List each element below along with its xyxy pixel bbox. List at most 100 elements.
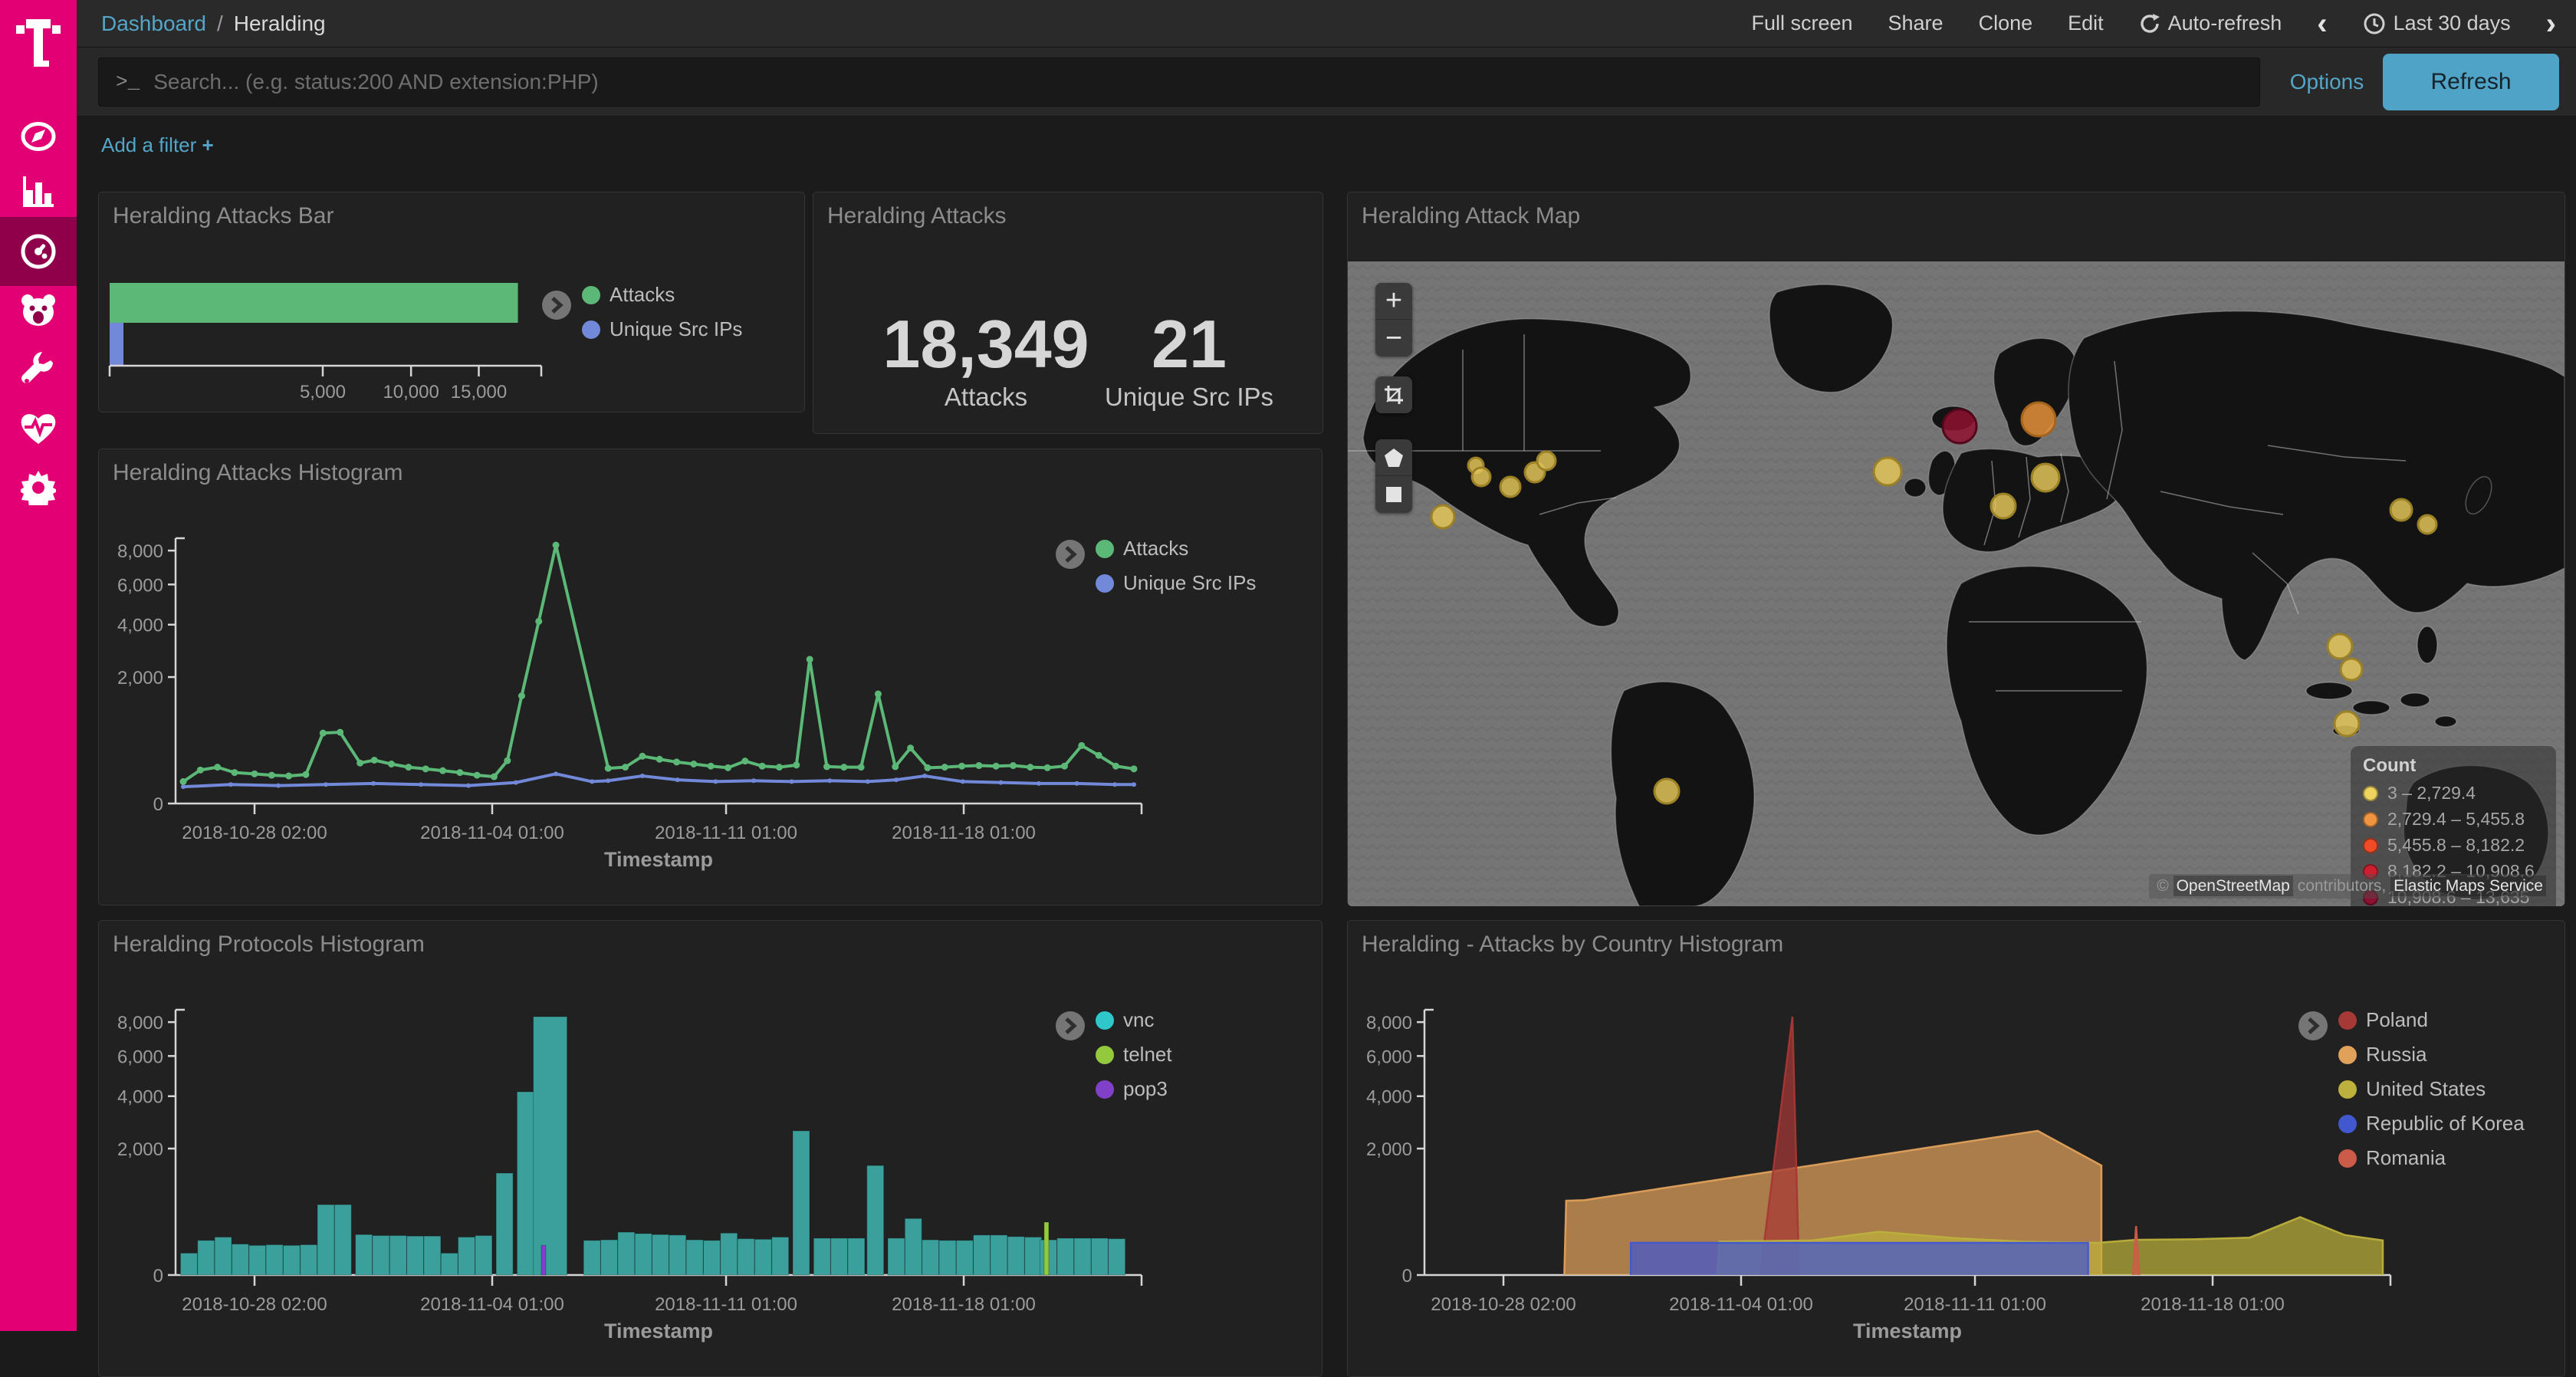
refresh-button[interactable]: Refresh bbox=[2383, 54, 2559, 110]
compass-icon bbox=[21, 119, 56, 154]
world-map[interactable]: + − Count 3 – 2,729.42,729.4 – 5,455.85,… bbox=[1348, 261, 2564, 906]
legend-item[interactable]: Poland bbox=[2338, 1008, 2525, 1032]
clone-button[interactable]: Clone bbox=[1979, 12, 2033, 35]
clock-icon bbox=[2363, 12, 2386, 35]
panel-attacks-bar: Heralding Attacks Bar 5,00010,00015,000 … bbox=[98, 192, 805, 412]
rectangle-draw-button[interactable] bbox=[1375, 476, 1412, 513]
t-mobile-logo[interactable] bbox=[0, 8, 77, 81]
plus-icon: + bbox=[202, 133, 214, 156]
legend-item[interactable]: Attacks bbox=[1096, 537, 1256, 560]
fullscreen-button[interactable]: Full screen bbox=[1751, 12, 1852, 35]
add-filter-link[interactable]: Add a filter + bbox=[101, 133, 214, 157]
legend-item[interactable]: Unique Src IPs bbox=[1096, 571, 1256, 595]
countries-histogram-chart[interactable]: 02,0004,0006,0008,0002018-10-28 02:00201… bbox=[1363, 1005, 2406, 1342]
polygon-draw-button[interactable] bbox=[1375, 439, 1412, 476]
legend-label: Republic of Korea bbox=[2366, 1112, 2525, 1135]
svg-text:2018-11-11 01:00: 2018-11-11 01:00 bbox=[655, 1294, 797, 1315]
legend-label: Unique Src IPs bbox=[1123, 571, 1256, 595]
legend-color-dot bbox=[582, 320, 600, 339]
app-sidebar bbox=[0, 0, 77, 1331]
crop-tool-button[interactable] bbox=[1375, 376, 1412, 413]
legend-item[interactable]: Romania bbox=[2338, 1146, 2525, 1170]
breadcrumb-current: Heralding bbox=[234, 12, 326, 36]
svg-text:2018-11-11 01:00: 2018-11-11 01:00 bbox=[1904, 1294, 2046, 1315]
time-range-picker[interactable]: Last 30 days bbox=[2363, 12, 2511, 35]
svg-text:Timestamp: Timestamp bbox=[604, 848, 713, 871]
chart-legend: Attacks Unique Src IPs bbox=[1096, 537, 1256, 595]
legend-label: Russia bbox=[2366, 1043, 2426, 1066]
legend-item[interactable]: Russia bbox=[2338, 1043, 2525, 1066]
legend-item[interactable]: telnet bbox=[1096, 1043, 1172, 1066]
map-legend-label: 5,455.8 – 8,182.2 bbox=[2387, 835, 2525, 856]
map-legend-item: 3 – 2,729.4 bbox=[2363, 783, 2544, 804]
legend-label: Romania bbox=[2366, 1146, 2446, 1170]
legend-color-dot bbox=[2338, 1149, 2357, 1168]
legend-expand-icon[interactable] bbox=[2298, 1011, 2328, 1040]
map-legend-item: 5,455.8 – 8,182.2 bbox=[2363, 835, 2544, 856]
svg-text:2,000: 2,000 bbox=[1366, 1139, 1412, 1160]
legend-label: Poland bbox=[2366, 1008, 2428, 1032]
search-box[interactable]: >_ bbox=[98, 58, 2260, 107]
time-forward-button[interactable]: › bbox=[2546, 8, 2556, 39]
zoom-out-button[interactable]: − bbox=[1375, 320, 1412, 357]
panel-title: Heralding - Attacks by Country Histogram bbox=[1362, 932, 1783, 958]
svg-text:4,000: 4,000 bbox=[117, 616, 163, 636]
svg-text:4,000: 4,000 bbox=[117, 1087, 163, 1108]
legend-item[interactable]: Unique Src IPs bbox=[582, 317, 742, 341]
legend-expand-icon[interactable] bbox=[542, 291, 571, 320]
chart-legend: Attacks Unique Src IPs bbox=[582, 283, 742, 341]
panel-title: Heralding Attacks Histogram bbox=[113, 460, 403, 486]
elastic-maps-link[interactable]: Elastic Maps Service bbox=[2390, 876, 2546, 896]
t-logo-icon bbox=[16, 19, 61, 70]
protocols-histogram-chart[interactable]: 02,0004,0006,0008,0002018-10-28 02:00201… bbox=[114, 1005, 1157, 1342]
svg-text:6,000: 6,000 bbox=[1366, 1047, 1412, 1067]
options-link[interactable]: Options bbox=[2277, 58, 2377, 107]
query-bar: >_ Options Refresh bbox=[77, 48, 2576, 117]
legend-label: United States bbox=[2366, 1077, 2486, 1101]
legend-color-dot bbox=[1096, 540, 1114, 558]
svg-text:6,000: 6,000 bbox=[117, 575, 163, 596]
filter-bar: Add a filter + bbox=[77, 117, 2576, 175]
legend-item[interactable]: Attacks bbox=[582, 283, 742, 307]
gauge-icon bbox=[20, 233, 57, 270]
breadcrumb-separator: / bbox=[217, 12, 223, 36]
breadcrumb-dashboard-link[interactable]: Dashboard bbox=[101, 12, 206, 36]
svg-text:2,000: 2,000 bbox=[117, 668, 163, 688]
attacks-histogram-chart[interactable]: 02,0004,0006,0008,0002018-10-28 02:00201… bbox=[114, 534, 1157, 871]
legend-label: Attacks bbox=[1123, 537, 1188, 560]
legend-label: telnet bbox=[1123, 1043, 1172, 1066]
openstreetmap-link[interactable]: OpenStreetMap bbox=[2174, 876, 2293, 896]
metric-unique-src-ips: 21 Unique Src IPs bbox=[1074, 309, 1304, 412]
share-button[interactable]: Share bbox=[1888, 12, 1944, 35]
legend-color-dot bbox=[1096, 574, 1114, 593]
panel-countries-histogram: Heralding - Attacks by Country Histogram… bbox=[1347, 920, 2565, 1377]
legend-item[interactable]: United States bbox=[2338, 1077, 2525, 1101]
legend-item[interactable]: vnc bbox=[1096, 1008, 1172, 1032]
legend-item[interactable]: Republic of Korea bbox=[2338, 1112, 2525, 1135]
legend-color-dot bbox=[582, 286, 600, 304]
panel-attacks-histogram: Heralding Attacks Histogram 02,0004,0006… bbox=[98, 449, 1322, 905]
svg-text:0: 0 bbox=[153, 1266, 163, 1287]
sidebar-item-management[interactable] bbox=[0, 453, 77, 522]
map-legend-label: 3 – 2,729.4 bbox=[2387, 783, 2476, 804]
svg-text:2018-11-04 01:00: 2018-11-04 01:00 bbox=[420, 1294, 564, 1315]
auto-refresh-button[interactable]: Auto-refresh bbox=[2139, 12, 2282, 35]
panel-protocols-histogram: Heralding Protocols Histogram 02,0004,00… bbox=[98, 920, 1322, 1377]
edit-button[interactable]: Edit bbox=[2068, 12, 2104, 35]
bar-chart-icon bbox=[21, 176, 55, 209]
search-input[interactable] bbox=[153, 70, 2259, 94]
zoom-in-button[interactable]: + bbox=[1375, 283, 1412, 320]
panel-attack-map: Heralding Attack Map bbox=[1347, 192, 2565, 905]
map-legend-dot bbox=[2363, 786, 2378, 801]
svg-text:2018-11-04 01:00: 2018-11-04 01:00 bbox=[1669, 1294, 1813, 1315]
panel-title: Heralding Attacks bbox=[827, 203, 1006, 229]
legend-color-dot bbox=[1096, 1011, 1114, 1030]
svg-text:8,000: 8,000 bbox=[117, 541, 163, 562]
legend-expand-icon[interactable] bbox=[1056, 540, 1085, 569]
wrench-icon bbox=[21, 352, 56, 387]
legend-item[interactable]: pop3 bbox=[1096, 1077, 1172, 1101]
svg-text:6,000: 6,000 bbox=[117, 1047, 163, 1067]
legend-expand-icon[interactable] bbox=[1056, 1011, 1085, 1040]
time-back-button[interactable]: ‹ bbox=[2317, 8, 2327, 39]
heartbeat-icon bbox=[20, 412, 57, 445]
